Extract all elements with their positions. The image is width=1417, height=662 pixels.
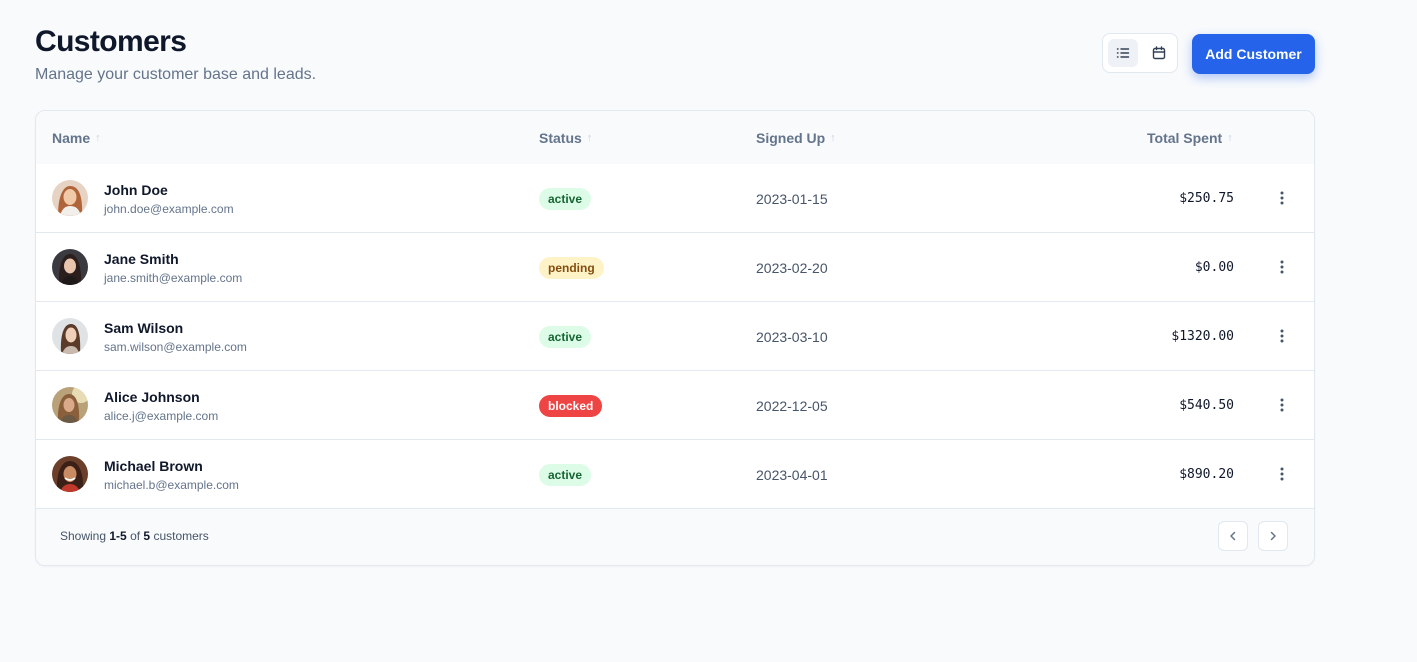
chevron-right-icon bbox=[1270, 531, 1276, 541]
arrow-up-icon: ↑ bbox=[586, 131, 593, 144]
status-badge: blocked bbox=[539, 395, 603, 417]
signed-up-date: 2022-12-05 bbox=[756, 398, 828, 414]
more-vertical-icon bbox=[1280, 191, 1284, 205]
arrow-up-icon: ↑ bbox=[830, 131, 836, 144]
table-header: Name ↑ Status ↑ Signed Up ↑ Total Spent … bbox=[36, 111, 1314, 165]
calendar-icon bbox=[1152, 46, 1166, 60]
arrow-up-icon: ↑ bbox=[95, 131, 101, 144]
more-vertical-icon bbox=[1280, 329, 1284, 343]
customer-name[interactable]: John Doe bbox=[104, 181, 168, 199]
column-header-label: Status bbox=[539, 129, 582, 146]
status-badge: pending bbox=[539, 257, 604, 279]
avatar bbox=[52, 387, 88, 423]
customer-name[interactable]: Alice Johnson bbox=[104, 388, 200, 406]
more-vertical-icon bbox=[1280, 467, 1284, 481]
showing-label: Showing bbox=[60, 529, 107, 543]
row-actions-button[interactable] bbox=[1268, 186, 1296, 210]
customer-email: michael.b@example.com bbox=[104, 478, 239, 492]
column-header-status[interactable]: Status ↑ bbox=[539, 111, 592, 164]
total-spent: $1320.00 bbox=[1171, 329, 1234, 344]
table-row[interactable]: Michael Brown michael.b@example.com acti… bbox=[36, 440, 1314, 509]
column-header-label: Total Spent bbox=[1147, 129, 1223, 146]
customers-label: customers bbox=[153, 529, 209, 543]
column-header-total-spent[interactable]: Total Spent ↑ bbox=[1147, 111, 1233, 164]
arrow-up-icon: ↑ bbox=[1227, 131, 1233, 144]
column-header-label: Signed Up bbox=[756, 129, 826, 146]
total-spent: $250.75 bbox=[1179, 191, 1234, 206]
more-vertical-icon bbox=[1280, 260, 1284, 274]
page-subtitle: Manage your customer base and leads. bbox=[35, 66, 317, 83]
signed-up-date: 2023-03-10 bbox=[756, 329, 828, 345]
status-badge: active bbox=[539, 464, 592, 486]
showing-range: 1-5 bbox=[109, 529, 127, 543]
chevron-left-icon bbox=[1230, 531, 1236, 541]
customer-name[interactable]: Sam Wilson bbox=[104, 319, 183, 337]
customer-email: jane.smith@example.com bbox=[104, 271, 243, 285]
customer-name[interactable]: Jane Smith bbox=[104, 250, 179, 268]
page-header: Customers Manage your customer base and … bbox=[35, 24, 1315, 94]
list-view-button[interactable] bbox=[1108, 39, 1138, 67]
total-spent: $0.00 bbox=[1194, 260, 1234, 275]
row-actions-button[interactable] bbox=[1268, 324, 1296, 348]
status-badge: active bbox=[539, 188, 592, 210]
view-toggle bbox=[1102, 33, 1178, 73]
signed-up-date: 2023-04-01 bbox=[756, 467, 828, 483]
pagination-summary: Showing 1-5 of 5 customers bbox=[60, 529, 209, 543]
table-row[interactable]: Alice Johnson alice.j@example.com blocke… bbox=[36, 371, 1314, 440]
customer-name[interactable]: Michael Brown bbox=[104, 457, 203, 475]
signed-up-date: 2023-02-20 bbox=[756, 260, 828, 276]
next-page-button[interactable] bbox=[1258, 521, 1288, 551]
customer-email: john.doe@example.com bbox=[104, 202, 234, 216]
table-footer: Showing 1-5 of 5 customers bbox=[36, 509, 1314, 565]
total-spent: $540.50 bbox=[1179, 398, 1234, 413]
customers-page: Customers Manage your customer base and … bbox=[0, 0, 1417, 662]
table-row[interactable]: Sam Wilson sam.wilson@example.com active… bbox=[36, 302, 1314, 371]
avatar bbox=[52, 249, 88, 285]
total-count: 5 bbox=[143, 529, 151, 543]
signed-up-date: 2023-01-15 bbox=[756, 191, 828, 207]
add-customer-button[interactable]: Add Customer bbox=[1192, 34, 1315, 74]
row-actions-button[interactable] bbox=[1268, 255, 1296, 279]
list-icon bbox=[1116, 48, 1130, 58]
of-label: of bbox=[130, 529, 141, 543]
avatar bbox=[52, 318, 88, 354]
customer-email: sam.wilson@example.com bbox=[104, 340, 247, 354]
customer-email: alice.j@example.com bbox=[104, 409, 219, 423]
table-row[interactable]: John Doe john.doe@example.com active 202… bbox=[36, 164, 1314, 233]
previous-page-button[interactable] bbox=[1218, 521, 1248, 551]
avatar bbox=[52, 180, 88, 216]
column-header-signed-up[interactable]: Signed Up ↑ bbox=[756, 111, 836, 164]
total-spent: $890.20 bbox=[1179, 467, 1234, 482]
column-header-name[interactable]: Name ↑ bbox=[52, 111, 101, 164]
row-actions-button[interactable] bbox=[1268, 462, 1296, 486]
row-actions-button[interactable] bbox=[1268, 393, 1296, 417]
table-row[interactable]: Jane Smith jane.smith@example.com pendin… bbox=[36, 233, 1314, 302]
more-vertical-icon bbox=[1280, 398, 1284, 412]
avatar bbox=[52, 456, 88, 492]
calendar-view-button[interactable] bbox=[1144, 39, 1174, 67]
status-badge: active bbox=[539, 326, 592, 348]
page-title: Customers bbox=[35, 25, 187, 58]
column-header-label: Name bbox=[52, 129, 91, 146]
customers-table: Name ↑ Status ↑ Signed Up ↑ Total Spent … bbox=[35, 110, 1315, 566]
